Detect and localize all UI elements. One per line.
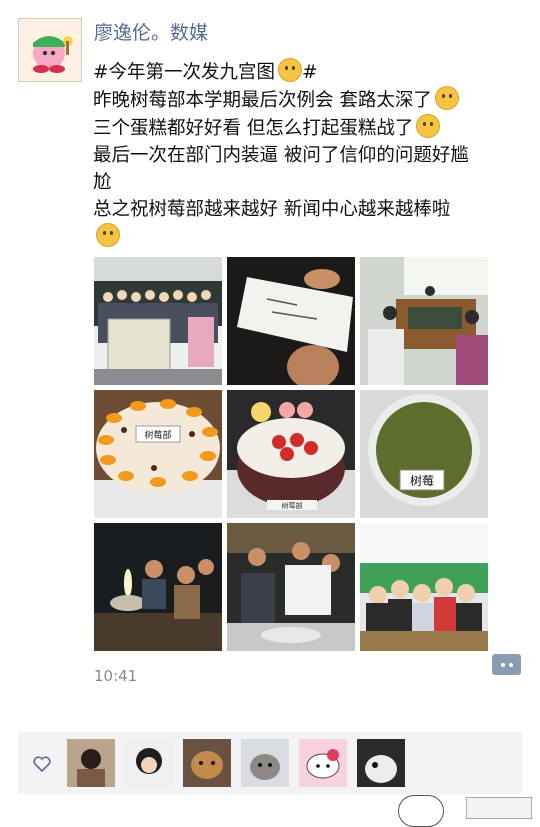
post-timestamp: 10:41 — [94, 667, 138, 685]
photo-green-cake[interactable]: 树莓 — [360, 390, 488, 518]
cake-tag-text: 树莓 — [410, 473, 434, 488]
username[interactable]: 廖逸伦。数媒 — [94, 18, 208, 45]
photo-group[interactable] — [94, 257, 222, 385]
liker-avatar[interactable] — [183, 739, 231, 787]
photo-candles[interactable] — [94, 523, 222, 651]
photo-strawberry-cake[interactable]: 树莓部 — [227, 390, 355, 518]
post-text: #今年第一次发九宫图 # 昨晚树莓部本学期最后次例会 套路太深了 三个蛋糕都好好看… — [93, 58, 518, 251]
cake-plaque-text: 树莓部 — [282, 501, 303, 510]
photo-cake-fight[interactable] — [227, 523, 355, 651]
heart-icon — [33, 756, 51, 773]
liker-avatar[interactable] — [67, 739, 115, 787]
post-line-3: 三个蛋糕都好好看 但怎么打起蛋糕战了 — [93, 114, 518, 142]
cake-card-text: 树莓部 — [144, 429, 171, 441]
smiling-emoji-icon — [416, 114, 441, 138]
likes-bar — [18, 732, 522, 794]
partial-control[interactable] — [398, 795, 444, 827]
post-line-5: 尬 — [93, 172, 112, 193]
photo-group-selfie[interactable] — [360, 523, 488, 651]
post-line-6: 总之祝树莓部越来越好 新闻中心越来越棒啦 — [93, 199, 451, 220]
partial-toolbar[interactable] — [466, 797, 532, 819]
post-line-4: 最后一次在部门内装逼 被问了信仰的问题好尴 — [93, 145, 469, 166]
avatar[interactable] — [18, 18, 82, 82]
post-line-7 — [93, 223, 518, 251]
kirby-avatar-image — [19, 19, 81, 81]
grinning-emoji-icon — [278, 58, 303, 82]
liker-avatar[interactable] — [299, 739, 347, 787]
liker-avatar[interactable] — [357, 739, 405, 787]
photo-fruit-cake[interactable]: 树莓部 — [94, 390, 222, 518]
photo-grid: 树莓部 树莓部 树莓 — [94, 257, 490, 651]
liker-avatar[interactable] — [125, 739, 173, 787]
grinning-emoji-icon — [96, 223, 120, 247]
photo-meeting[interactable] — [360, 257, 488, 385]
comment-dots-icon[interactable] — [492, 654, 521, 675]
photo-writing[interactable] — [227, 257, 355, 385]
liker-avatar[interactable] — [241, 739, 289, 787]
post-line-1: #今年第一次发九宫图 # — [93, 58, 518, 86]
laughing-tears-emoji-icon — [434, 86, 459, 110]
post-line-2: 昨晚树莓部本学期最后次例会 套路太深了 — [93, 86, 518, 114]
